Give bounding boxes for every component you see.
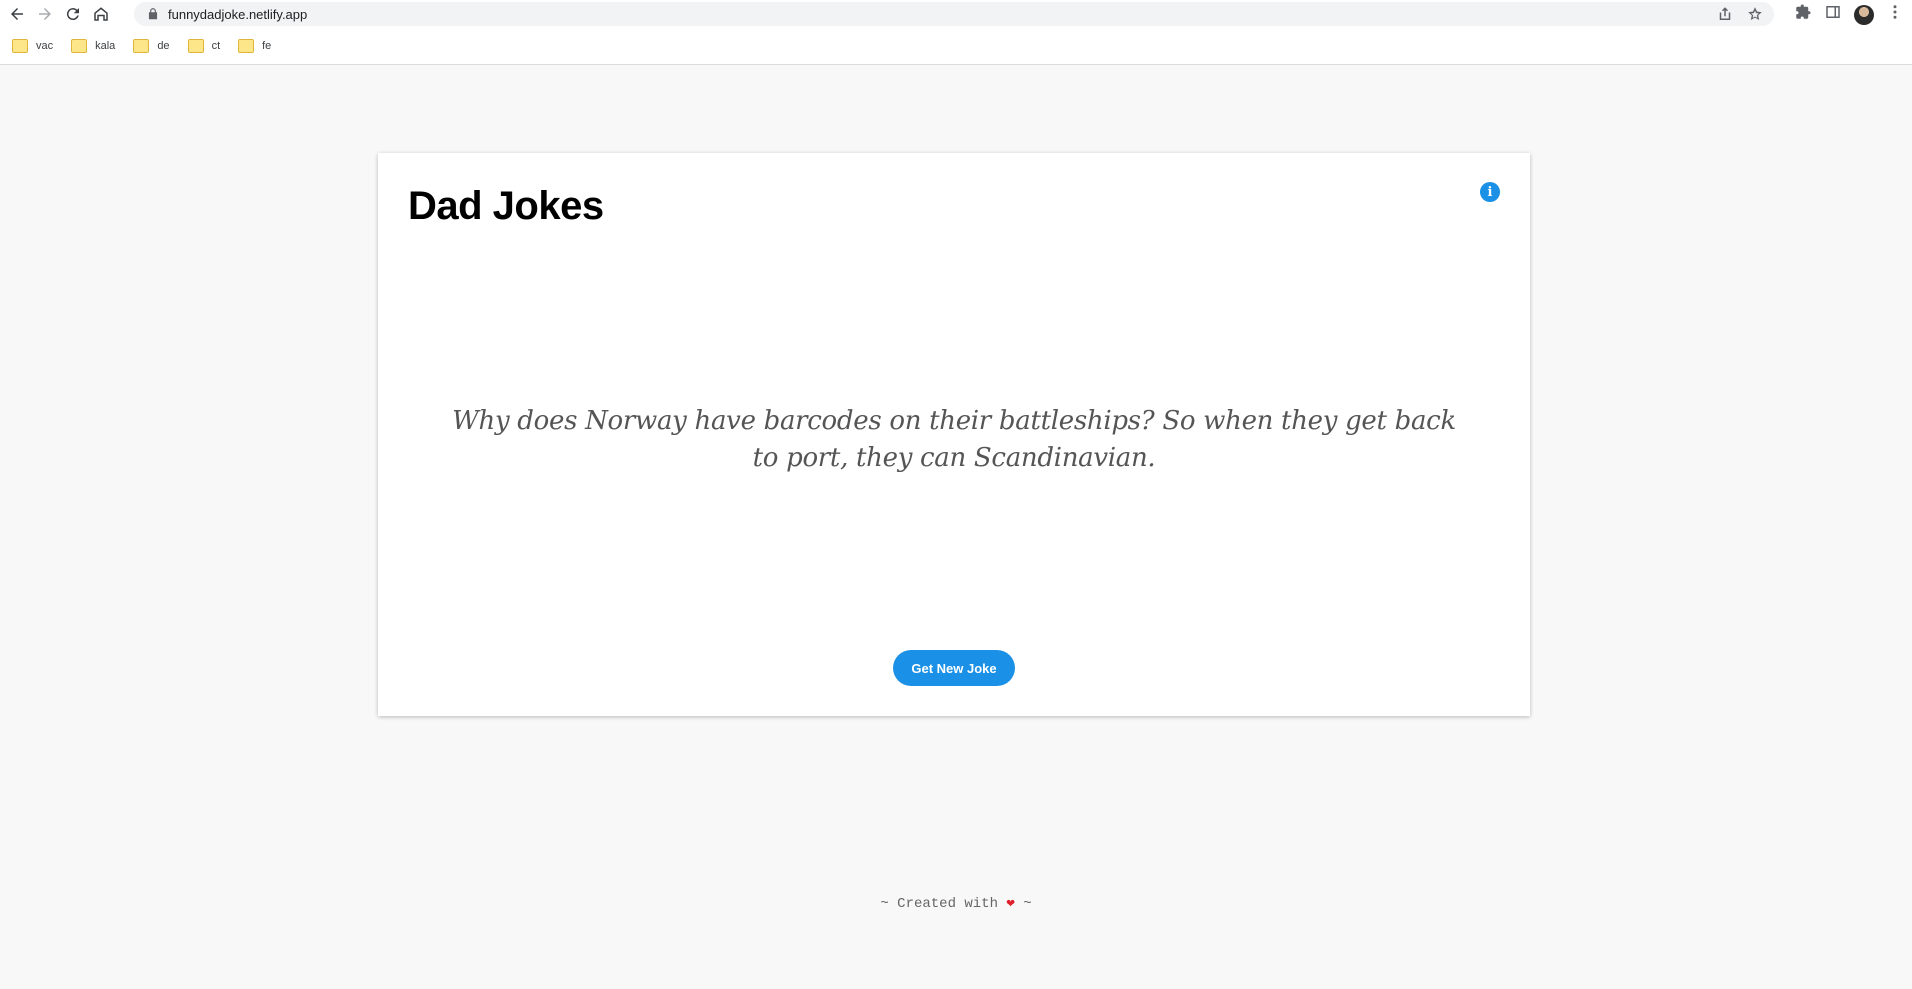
- bookmark-label: fe: [262, 40, 272, 52]
- joke-text: Why does Norway have barcodes on their b…: [452, 406, 1456, 473]
- footer: ~ Created with ❤ ~: [0, 895, 1912, 912]
- info-icon[interactable]: i: [1480, 182, 1500, 202]
- footer-suffix: ~: [1014, 896, 1032, 912]
- bookmark-vac[interactable]: vac: [8, 33, 57, 59]
- heart-icon: ❤: [1006, 896, 1015, 912]
- browser-toolbar: funnydadjoke.netlify.app: [0, 0, 1912, 28]
- extensions-puzzle-icon[interactable]: [1794, 3, 1812, 26]
- address-bar[interactable]: funnydadjoke.netlify.app: [134, 2, 1774, 26]
- url-text[interactable]: funnydadjoke.netlify.app: [168, 7, 307, 22]
- forward-arrow-icon[interactable]: [34, 3, 56, 25]
- star-icon[interactable]: [1746, 5, 1764, 28]
- folder-icon: [133, 39, 150, 53]
- reload-icon[interactable]: [62, 3, 84, 25]
- home-icon[interactable]: [90, 3, 112, 25]
- lock-icon[interactable]: [146, 7, 160, 21]
- folder-icon: [238, 39, 255, 53]
- bookmark-label: de: [157, 40, 170, 52]
- back-arrow-icon[interactable]: [6, 3, 28, 25]
- bookmark-fe[interactable]: fe: [234, 33, 275, 59]
- bookmark-ct[interactable]: ct: [184, 33, 225, 59]
- bookmark-label: ct: [211, 40, 221, 52]
- footer-prefix: ~ Created with: [880, 896, 1007, 912]
- folder-icon: [71, 39, 88, 53]
- profile-avatar[interactable]: [1854, 4, 1874, 25]
- folder-icon: [187, 39, 204, 53]
- joke-card: Dad Jokes i Why does Norway have barcode…: [378, 153, 1530, 716]
- bookmarks-bar: vac kala de ct fe: [0, 28, 1912, 65]
- menu-kebab-icon[interactable]: [1886, 3, 1904, 26]
- page-content: Dad Jokes i Why does Norway have barcode…: [0, 65, 1912, 989]
- share-icon[interactable]: [1716, 5, 1734, 28]
- bookmark-label: vac: [36, 40, 54, 52]
- bookmark-de[interactable]: de: [129, 33, 173, 59]
- folder-icon: [12, 39, 28, 53]
- page-title: Dad Jokes: [408, 184, 604, 228]
- bookmark-kala[interactable]: kala: [67, 33, 119, 59]
- get-new-joke-button[interactable]: Get New Joke: [893, 650, 1015, 686]
- side-panel-icon[interactable]: [1824, 3, 1842, 26]
- bookmark-label: kala: [95, 40, 116, 52]
